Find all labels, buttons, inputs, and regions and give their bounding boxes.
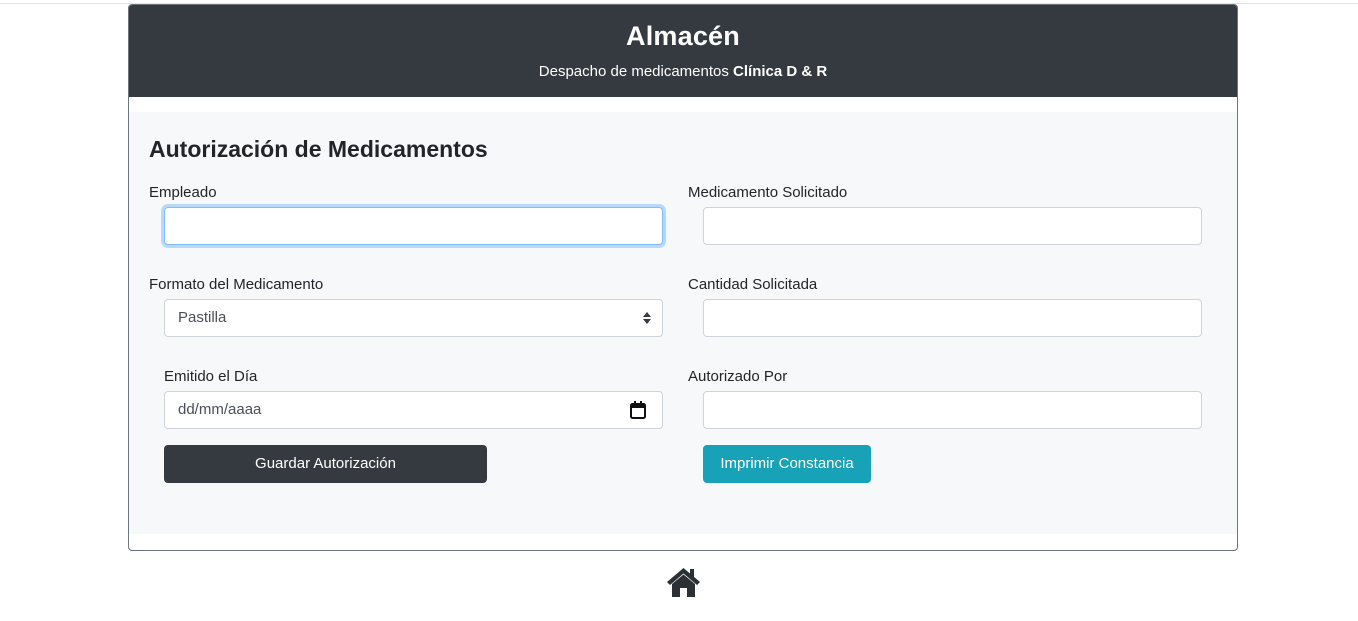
autorizado-label: Autorizado Por <box>688 368 788 385</box>
emitido-label: Emitido el Día <box>164 368 258 385</box>
formato-label: Formato del Medicamento <box>149 276 324 293</box>
form-title: Autorización de Medicamentos <box>149 136 488 162</box>
calendar-icon[interactable] <box>630 401 646 419</box>
select-arrows-icon <box>643 312 651 324</box>
page-subtitle: Despacho de medicamentos Clínica D & R <box>129 63 1237 80</box>
home-icon[interactable] <box>665 566 702 598</box>
date-placeholder: dd/mm/aaaa <box>178 401 262 418</box>
empleado-input[interactable] <box>164 207 663 245</box>
medicamento-label: Medicamento Solicitado <box>688 184 848 201</box>
save-authorization-button[interactable]: Guardar Autorización <box>164 445 487 483</box>
card-body: Autorización de Medicamentos Empleado Me… <box>129 112 1237 534</box>
cantidad-input[interactable] <box>703 299 1202 337</box>
subtitle-text: Despacho de medicamentos <box>538 63 734 80</box>
autorizado-input[interactable] <box>703 391 1202 429</box>
page-title: Almacén <box>626 21 740 51</box>
medicamento-input[interactable] <box>703 207 1202 245</box>
print-certificate-button[interactable]: Imprimir Constancia <box>703 445 871 483</box>
card-header: Almacén Despacho de medicamentos Clínica… <box>129 5 1237 97</box>
formato-selected-value: Pastilla <box>178 309 227 326</box>
clinic-name: Clínica D & R <box>733 63 828 80</box>
empleado-label: Empleado <box>149 184 217 201</box>
authorization-card: Almacén Despacho de medicamentos Clínica… <box>128 4 1238 551</box>
emitido-date-input[interactable]: dd/mm/aaaa <box>164 391 663 429</box>
formato-select[interactable]: Pastilla <box>164 299 663 337</box>
cantidad-label: Cantidad Solicitada <box>688 276 818 293</box>
